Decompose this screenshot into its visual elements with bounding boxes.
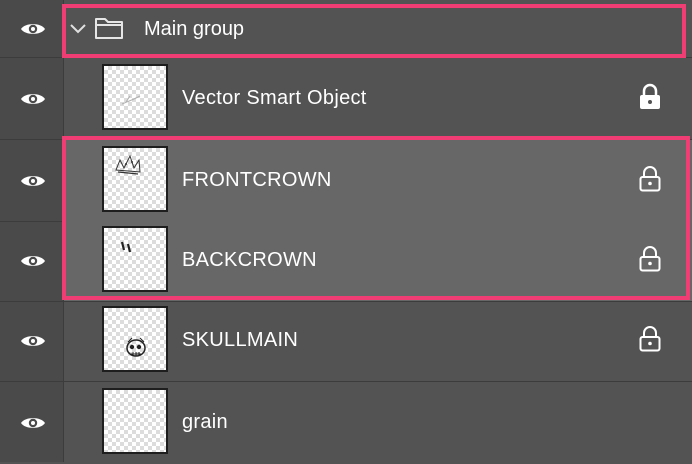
- lock-outline-icon[interactable]: [638, 325, 662, 353]
- layer-name[interactable]: grain: [182, 409, 228, 435]
- layer-row-backcrown[interactable]: BACKCROWN: [0, 220, 692, 302]
- eye-icon[interactable]: [20, 21, 46, 37]
- folder-icon: [95, 18, 123, 39]
- eye-icon[interactable]: [20, 333, 46, 349]
- crown-thumbnail: [115, 154, 141, 175]
- layer-thumbnail[interactable]: [102, 146, 168, 212]
- layer-row-grain[interactable]: grain: [0, 382, 692, 464]
- layer-name[interactable]: BACKCROWN: [182, 247, 317, 273]
- lock-icon[interactable]: [638, 83, 662, 111]
- eye-icon[interactable]: [20, 173, 46, 189]
- backcrown-thumbnail: [120, 241, 132, 253]
- layers-panel: Main group Vector Smart Object FRONTCROW…: [0, 0, 692, 462]
- skull-thumbnail: [126, 337, 146, 357]
- lock-outline-icon[interactable]: [638, 245, 662, 273]
- eye-icon[interactable]: [20, 253, 46, 269]
- layer-row-skullmain[interactable]: SKULLMAIN: [0, 300, 692, 382]
- eye-icon[interactable]: [20, 91, 46, 107]
- layer-name[interactable]: FRONTCROWN: [182, 167, 332, 193]
- layer-name[interactable]: SKULLMAIN: [182, 327, 298, 353]
- lock-outline-icon[interactable]: [638, 165, 662, 193]
- chevron-down-icon[interactable]: [68, 19, 88, 39]
- layer-thumbnail[interactable]: [102, 306, 168, 372]
- layer-thumbnail[interactable]: [102, 64, 168, 130]
- layer-row-frontcrown[interactable]: FRONTCROWN: [0, 140, 692, 222]
- layer-row-vector-smart-object[interactable]: Vector Smart Object: [0, 58, 692, 140]
- layer-thumbnail[interactable]: [102, 388, 168, 454]
- group-name[interactable]: Main group: [144, 16, 244, 42]
- eye-icon[interactable]: [20, 415, 46, 431]
- layer-name[interactable]: Vector Smart Object: [182, 85, 367, 111]
- layer-thumbnail[interactable]: [102, 226, 168, 292]
- layer-group-row[interactable]: Main group: [0, 0, 692, 58]
- vector-artwork-thumbnail: [121, 95, 141, 105]
